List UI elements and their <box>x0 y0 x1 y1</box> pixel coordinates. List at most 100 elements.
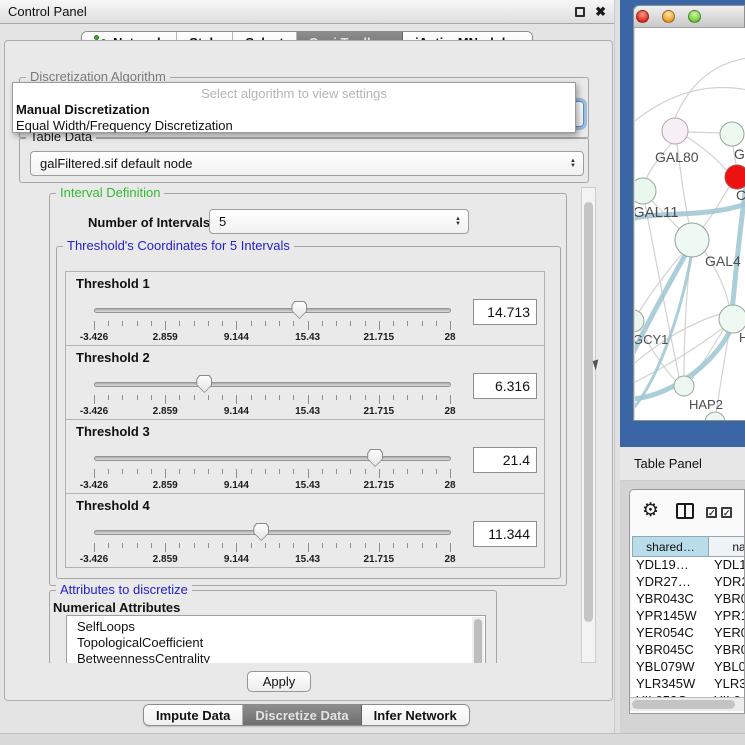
slider-tick <box>450 321 451 330</box>
table-row[interactable]: YLR345W YLR3 <box>632 676 745 693</box>
scrollbar-thumb[interactable] <box>474 619 482 663</box>
slider-tick <box>108 395 109 400</box>
slider-tick <box>379 543 380 552</box>
node-gal11[interactable] <box>635 178 656 204</box>
apply-button[interactable]: Apply <box>247 671 311 692</box>
gear-icon[interactable]: ⚙ <box>642 499 659 522</box>
table-cell-shared-name[interactable]: YBR043C <box>636 591 710 608</box>
slider-track[interactable] <box>94 456 451 461</box>
node-gal80[interactable] <box>662 118 688 144</box>
slider-tick <box>450 469 451 478</box>
node-gal4[interactable] <box>675 223 709 257</box>
axis-tick-label: 9.144 <box>206 406 266 417</box>
threshold-label: Threshold 1 <box>76 276 150 291</box>
threshold-slider[interactable]: -3.4262.8599.14415.4321.71528 <box>94 301 451 345</box>
float-window-icon[interactable] <box>575 7 585 17</box>
attribute-list-item[interactable]: SelfLoops <box>77 619 485 635</box>
slider-thumb[interactable] <box>367 449 383 467</box>
slider-tick <box>393 321 394 326</box>
table-row[interactable]: YBR045C YBR0 <box>632 642 745 659</box>
node-top-right-label: G <box>734 146 745 162</box>
table-cell-shared-name[interactable]: YBL079W <box>636 659 710 676</box>
slider-thumb[interactable] <box>253 523 269 541</box>
table-cell-shared-name[interactable]: YBR045C <box>636 642 710 659</box>
close-traffic-light-icon[interactable] <box>636 10 649 23</box>
attribute-list-item[interactable]: TopologicalCoefficient <box>77 635 485 651</box>
checkbox-select-icon[interactable]: ✓ <box>721 507 732 518</box>
table-cell-shared-name[interactable]: YER054C <box>636 625 710 642</box>
table-cell-name[interactable]: YBR0 <box>714 642 745 659</box>
threshold-slider[interactable]: -3.4262.8599.14415.4321.71528 <box>94 449 451 493</box>
table-row[interactable]: YDR27… YDR2 <box>632 574 745 591</box>
scrollbar-thumb[interactable] <box>584 202 593 622</box>
table-cell-shared-name[interactable]: YLR345W <box>636 676 710 693</box>
node-top-right[interactable] <box>720 122 744 146</box>
table-data-combobox[interactable]: galFiltered.sif default node ▲▼ <box>30 151 584 176</box>
numerical-attributes-list: SelfLoopsTopologicalCoefficientBetweenne… <box>66 615 486 663</box>
table-cell-name[interactable]: YLR3 <box>714 676 745 693</box>
threshold-value-field[interactable] <box>473 521 537 547</box>
slider-track[interactable] <box>94 382 451 387</box>
axis-tick-label: 9.144 <box>206 480 266 491</box>
node-bottom[interactable] <box>705 412 725 420</box>
table-cell-shared-name[interactable]: YPR145W <box>636 608 710 625</box>
tab-discretize-data[interactable]: Discretize Data <box>243 705 361 725</box>
node-hap2[interactable] <box>674 376 694 396</box>
slider-tick <box>236 395 237 404</box>
slider-track[interactable] <box>94 308 451 313</box>
dropdown-option-equal-width[interactable]: Equal Width/Frequency Discretization <box>16 118 572 133</box>
table-row[interactable]: YDL19… YDL1 <box>632 557 745 574</box>
column-header-name[interactable]: na <box>708 536 745 557</box>
slider-thumb[interactable] <box>196 375 212 393</box>
number-of-intervals-combobox[interactable]: 5 ▲▼ <box>209 209 469 234</box>
axis-tick-label: 28 <box>420 554 480 565</box>
node-red[interactable] <box>725 165 745 189</box>
table-cell-name[interactable]: YDR2 <box>714 574 745 591</box>
threshold-value-field[interactable] <box>473 373 537 399</box>
node-h[interactable] <box>719 305 745 333</box>
threshold-slider[interactable]: -3.4262.8599.14415.4321.71528 <box>94 523 451 567</box>
table-row[interactable]: YPR145W YPR1 <box>632 608 745 625</box>
slider-track[interactable] <box>94 530 451 535</box>
tab-impute-data[interactable]: Impute Data <box>144 705 243 725</box>
threshold-value-field[interactable] <box>473 447 537 473</box>
minimize-traffic-light-icon[interactable] <box>662 10 675 23</box>
network-canvas[interactable]: GAL80GCGAL11GAL4GCY1HHAP2 <box>635 28 745 420</box>
column-split-icon[interactable] <box>676 503 694 519</box>
table-cell-name[interactable]: YBL0 <box>714 659 745 676</box>
table-cell-name[interactable]: YER0 <box>714 625 745 642</box>
slider-tick <box>122 469 123 474</box>
scrollbar-thumb[interactable] <box>632 700 735 709</box>
attribute-list-item[interactable]: BetweennessCentrality <box>77 651 485 663</box>
right-region: GAL80GCGAL11GAL4GCY1HHAP2 Table Panel ⚙ … <box>620 0 745 745</box>
slider-tick <box>308 321 309 330</box>
table-cell-name[interactable]: YPR1 <box>714 608 745 625</box>
table-row[interactable]: YBL079W YBL0 <box>632 659 745 676</box>
table-horizontal-scrollbar[interactable] <box>630 697 744 711</box>
table-row[interactable]: YBR043C YBR0 <box>632 591 745 608</box>
table-cell-name[interactable]: YBR0 <box>714 591 745 608</box>
checkbox-select-icon[interactable]: ✓ <box>706 507 717 518</box>
tab-infer-network[interactable]: Infer Network <box>362 705 469 725</box>
panel-scrollbar[interactable] <box>581 187 596 663</box>
slider-tick <box>251 395 252 400</box>
table-cell-shared-name[interactable]: YDL19… <box>636 557 710 574</box>
cyni-toolbox-panel: Discretization Algorithm ▲▼ Table Data g… <box>4 40 613 701</box>
table-row[interactable]: YER054C YER0 <box>632 625 745 642</box>
slider-tick <box>137 469 138 474</box>
slider-thumb[interactable] <box>291 301 307 319</box>
list-scrollbar[interactable] <box>472 617 484 663</box>
network-window-titlebar[interactable] <box>634 6 744 28</box>
axis-tick-label: 28 <box>420 332 480 343</box>
slider-tick <box>165 469 166 478</box>
table-cell-shared-name[interactable]: YDR27… <box>636 574 710 591</box>
dropdown-option-manual[interactable]: Manual Discretization <box>16 102 572 117</box>
slider-tick <box>151 469 152 474</box>
threshold-slider[interactable]: -3.4262.8599.14415.4321.71528 <box>94 375 451 419</box>
column-header-shared-name[interactable]: shared… <box>632 536 709 557</box>
axis-tick-label: 9.144 <box>206 332 266 343</box>
table-cell-name[interactable]: YDL1 <box>714 557 745 574</box>
zoom-traffic-light-icon[interactable] <box>688 10 701 23</box>
close-icon[interactable]: ✖ <box>595 7 606 17</box>
threshold-value-field[interactable] <box>473 299 537 325</box>
